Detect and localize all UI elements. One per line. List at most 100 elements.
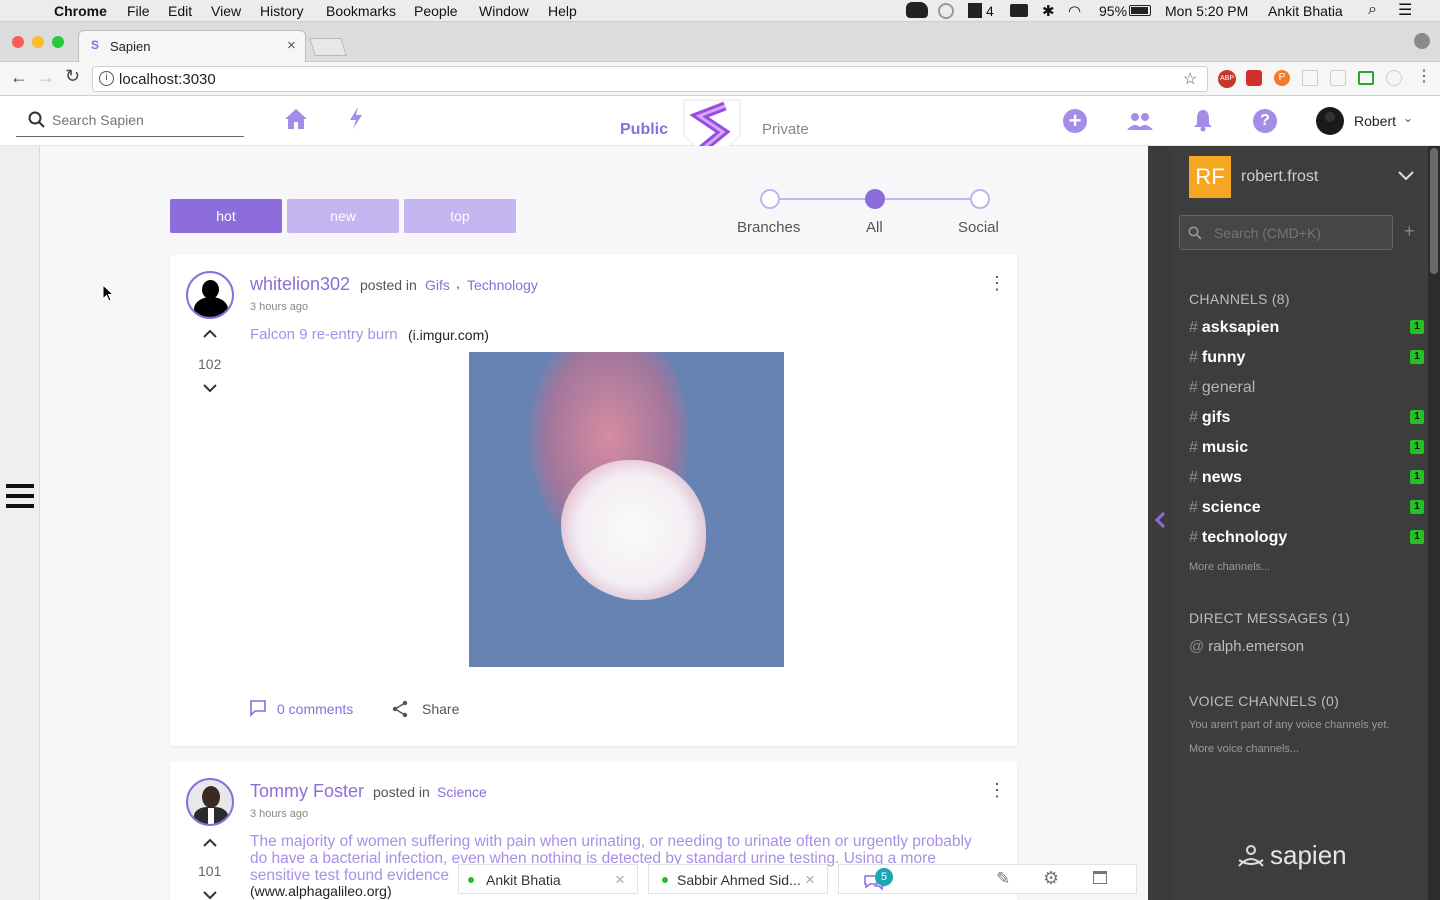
hamburger-menu-icon[interactable] xyxy=(6,484,34,510)
display-icon[interactable] xyxy=(1010,4,1028,17)
sort-top-button[interactable]: top xyxy=(404,199,516,233)
menu-view[interactable]: View xyxy=(211,3,241,19)
sidebar-search-box[interactable] xyxy=(1179,215,1393,250)
user-name[interactable]: Robert xyxy=(1354,113,1396,129)
new-tab-button[interactable] xyxy=(309,38,347,56)
chat-tab-name[interactable]: Ankit Bhatia xyxy=(486,872,561,888)
spotlight-icon[interactable]: ⌕ xyxy=(1368,1,1377,19)
sidebar-username[interactable]: robert.frost xyxy=(1241,168,1318,186)
public-tab[interactable]: Public xyxy=(620,121,668,139)
search-box[interactable] xyxy=(16,104,244,137)
window-zoom-icon[interactable] xyxy=(52,36,64,48)
chat-maximize-icon[interactable] xyxy=(1093,871,1107,884)
menu-bookmarks[interactable]: Bookmarks xyxy=(326,3,396,19)
home-icon[interactable] xyxy=(284,108,308,130)
chat-tab-name[interactable]: Sabbir Ahmed Sid... xyxy=(677,872,801,888)
evernote-icon[interactable] xyxy=(906,2,928,18)
menu-people[interactable]: People xyxy=(414,3,458,19)
people-icon[interactable] xyxy=(1126,112,1154,130)
slider-label-social[interactable]: Social xyxy=(958,219,999,236)
comments-link[interactable]: 0 comments xyxy=(277,701,353,717)
wifi-icon[interactable]: ◠ xyxy=(1068,2,1081,20)
more-channels-link[interactable]: More channels... xyxy=(1189,561,1270,573)
post-domain[interactable]: (www.alphagalileo.org) xyxy=(250,883,392,899)
adblock-icon[interactable]: ABP xyxy=(1218,70,1236,88)
notification-center-icon[interactable]: ☰ xyxy=(1398,0,1412,20)
extension-red-icon[interactable] xyxy=(1246,70,1262,86)
tab-close-icon[interactable]: × xyxy=(287,37,296,54)
post-more-icon[interactable]: ⋮ xyxy=(988,273,1006,294)
extension-grey2-icon[interactable] xyxy=(1330,70,1346,86)
browser-tab-sapien[interactable]: S Sapien × xyxy=(78,30,306,62)
sidebar-search-input[interactable] xyxy=(1214,224,1384,242)
forward-icon[interactable]: → xyxy=(37,67,55,88)
battery-icon[interactable] xyxy=(1129,5,1151,16)
channel-item-music[interactable]: # music xyxy=(1189,439,1248,457)
more-voice-link[interactable]: More voice channels... xyxy=(1189,743,1299,755)
channel-item-technology[interactable]: # technology xyxy=(1189,529,1287,547)
notifications-bell-icon[interactable] xyxy=(1192,108,1214,132)
menu-history[interactable]: History xyxy=(260,3,304,19)
scrollbar-thumb[interactable] xyxy=(1430,148,1438,274)
sort-new-button[interactable]: new xyxy=(287,199,399,233)
share-button[interactable]: Share xyxy=(422,701,459,717)
post-channel-link[interactable]: Gifs xyxy=(425,277,450,293)
adobe-icon[interactable] xyxy=(968,3,982,18)
post-author[interactable]: whitelion302 xyxy=(250,274,350,295)
sort-hot-button[interactable]: hot xyxy=(170,199,282,233)
author-avatar[interactable] xyxy=(186,778,234,826)
menu-app-name[interactable]: Chrome xyxy=(54,3,107,19)
producthunt-icon[interactable]: P xyxy=(1274,70,1290,86)
chat-tab[interactable]: Sabbir Ahmed Sid... × xyxy=(648,864,828,894)
user-menu-chevron-icon[interactable]: ⌄ xyxy=(1403,111,1413,125)
post-title-link[interactable]: Falcon 9 re-entry burn xyxy=(250,326,398,343)
post-channel-link[interactable]: Science xyxy=(437,784,487,800)
direct-messages-header[interactable]: DIRECT MESSAGES (1) xyxy=(1189,610,1350,626)
profile-icon[interactable] xyxy=(1414,33,1430,49)
chat-tab-close-icon[interactable]: × xyxy=(615,870,625,890)
extension-grey3-icon[interactable] xyxy=(1386,70,1402,86)
voice-channels-header[interactable]: VOICE CHANNELS (0) xyxy=(1189,693,1339,709)
bookmark-star-icon[interactable]: ☆ xyxy=(1183,69,1197,89)
chrome-menu-icon[interactable]: ⋮ xyxy=(1416,66,1432,86)
sidebar-add-icon[interactable]: + xyxy=(1404,221,1415,242)
team-avatar[interactable]: RF xyxy=(1189,156,1231,198)
slider-label-branches[interactable]: Branches xyxy=(737,219,800,236)
author-avatar[interactable] xyxy=(186,271,234,319)
post-domain[interactable]: (i.imgur.com) xyxy=(408,327,489,343)
chat-tab-close-icon[interactable]: × xyxy=(805,870,815,890)
address-bar[interactable]: i localhost:3030 ☆ xyxy=(92,66,1208,92)
post-more-icon[interactable]: ⋮ xyxy=(988,780,1006,801)
team-menu-chevron-icon[interactable] xyxy=(1398,171,1414,181)
extension-grey1-icon[interactable] xyxy=(1302,70,1318,86)
slider-label-all[interactable]: All xyxy=(866,219,883,236)
slider-stop-all[interactable] xyxy=(865,189,885,209)
info-icon[interactable]: i xyxy=(99,71,114,86)
upvote-icon[interactable] xyxy=(203,329,217,339)
post-author[interactable]: Tommy Foster xyxy=(250,781,364,802)
reload-icon[interactable]: ↻ xyxy=(65,66,80,87)
back-icon[interactable]: ← xyxy=(10,67,28,88)
window-minimize-icon[interactable] xyxy=(32,36,44,48)
bluetooth-icon[interactable]: ✱ xyxy=(1042,2,1055,20)
post-media-image[interactable] xyxy=(469,352,784,667)
collapse-sidebar-icon[interactable] xyxy=(1154,512,1166,528)
menu-edit[interactable]: Edit xyxy=(168,3,192,19)
channel-item-gifs[interactable]: # gifs xyxy=(1189,409,1230,427)
sidebar-scrollbar[interactable] xyxy=(1428,146,1440,900)
upvote-icon[interactable] xyxy=(203,838,217,848)
chat-settings-gear-icon[interactable]: ⚙ xyxy=(1043,868,1059,889)
lightning-icon[interactable] xyxy=(348,106,364,130)
channels-header[interactable]: CHANNELS (8) xyxy=(1189,291,1290,307)
downvote-icon[interactable] xyxy=(203,383,217,393)
channel-item-news[interactable]: # news xyxy=(1189,469,1242,487)
help-icon[interactable]: ? xyxy=(1253,109,1277,133)
share-icon[interactable] xyxy=(391,700,409,718)
comments-icon[interactable] xyxy=(249,699,267,717)
search-input[interactable] xyxy=(52,109,232,131)
downvote-icon[interactable] xyxy=(203,890,217,900)
channel-item-asksapien[interactable]: # asksapien xyxy=(1189,319,1279,337)
menu-window[interactable]: Window xyxy=(479,3,529,19)
user-avatar[interactable] xyxy=(1316,107,1344,135)
menu-file[interactable]: File xyxy=(127,3,150,19)
